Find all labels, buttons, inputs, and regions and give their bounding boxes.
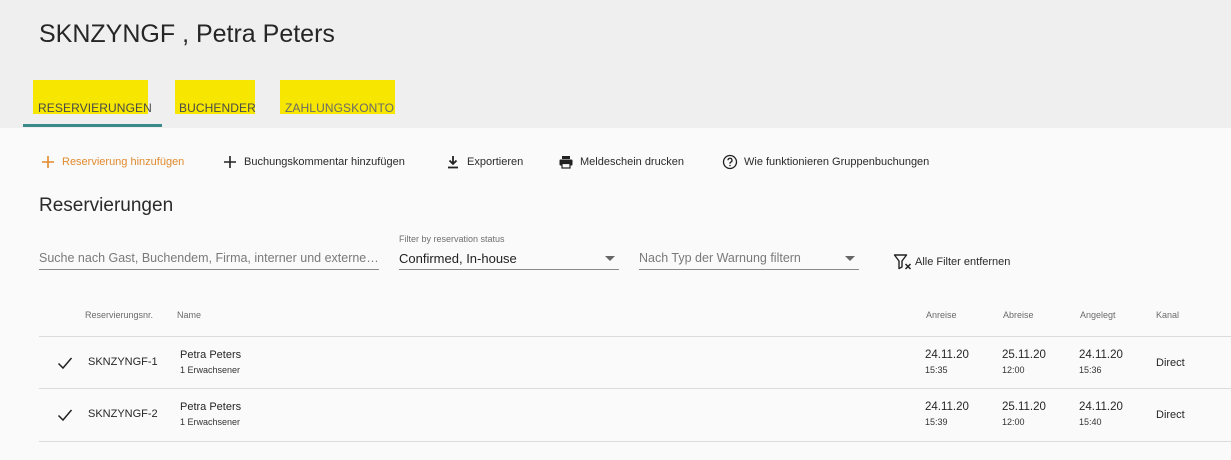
clear-all-filters-label: Alle Filter entfernen xyxy=(915,256,1011,268)
clear-all-filters-button[interactable]: Alle Filter entfernen xyxy=(893,253,1010,271)
reservation-number[interactable]: SKNZYNGF-2 xyxy=(88,408,158,420)
add-reservation-label: Reservierung hinzufügen xyxy=(62,156,185,168)
reservation-status-label: Filter by reservation status xyxy=(399,234,505,244)
created-date: 24.11.20 xyxy=(1079,349,1123,361)
departure-time: 12:00 xyxy=(1002,417,1025,427)
search-input[interactable]: Suche nach Gast, Buchendem, Firma, inter… xyxy=(39,236,379,270)
created-time: 15:40 xyxy=(1079,417,1102,427)
page-header: SKNZYNGF , Petra Peters RESERVIERUNGEN B… xyxy=(0,0,1231,128)
print-registration-button[interactable]: Meldeschein drucken xyxy=(558,152,684,172)
section-title: Reservierungen xyxy=(39,195,174,216)
table-row[interactable]: SKNZYNGF-2 Petra Peters 1 Erwachsener 24… xyxy=(39,389,1231,441)
divider xyxy=(39,441,1231,442)
created-date: 24.11.20 xyxy=(1079,401,1123,413)
tab-zahlungskonto[interactable]: ZAHLUNGSKONTO xyxy=(280,80,395,115)
column-header-name[interactable]: Name xyxy=(177,310,201,320)
guest-count: 1 Erwachsener xyxy=(180,417,241,427)
check-icon xyxy=(57,357,73,370)
reservation-status-value: Confirmed, In-house xyxy=(399,251,517,266)
warning-type-select[interactable]: Nach Typ der Warnung filtern xyxy=(639,236,859,270)
add-reservation-button[interactable]: Reservierung hinzufügen xyxy=(40,152,184,172)
active-tab-indicator xyxy=(23,124,162,127)
channel: Direct xyxy=(1156,357,1185,369)
departure-date: 25.11.20 xyxy=(1002,401,1046,413)
column-header-created[interactable]: Angelegt xyxy=(1080,310,1116,320)
departure-date: 25.11.20 xyxy=(1002,349,1046,361)
export-button[interactable]: Exportieren xyxy=(445,152,523,172)
column-header-channel[interactable]: Kanal xyxy=(1156,310,1179,320)
column-header-departure[interactable]: Abreise xyxy=(1003,310,1034,320)
guest-count: 1 Erwachsener xyxy=(180,365,241,375)
created-time: 15:36 xyxy=(1079,365,1102,375)
group-booking-help-label: Wie funktionieren Gruppenbuchungen xyxy=(744,156,930,168)
arrival-date: 24.11.20 xyxy=(925,349,969,361)
print-registration-label: Meldeschein drucken xyxy=(580,156,684,168)
filter-remove-icon xyxy=(893,254,912,270)
departure-time: 12:00 xyxy=(1002,365,1025,375)
dropdown-arrow-icon xyxy=(605,256,615,261)
warning-type-placeholder: Nach Typ der Warnung filtern xyxy=(639,251,801,265)
arrival-time: 15:35 xyxy=(925,365,948,375)
column-header-arrival[interactable]: Anreise xyxy=(926,310,957,320)
guest-name: Petra Peters xyxy=(180,401,242,413)
plus-icon xyxy=(42,156,54,168)
column-header-resnr[interactable]: Reservierungsnr. xyxy=(85,310,153,320)
reservation-number[interactable]: SKNZYNGF-1 xyxy=(88,356,158,368)
check-icon xyxy=(57,409,73,422)
table-row[interactable]: SKNZYNGF-1 Petra Peters 1 Erwachsener 24… xyxy=(39,337,1231,389)
printer-icon xyxy=(559,156,573,169)
arrival-time: 15:39 xyxy=(925,417,948,427)
channel: Direct xyxy=(1156,409,1185,421)
reservation-status-select[interactable]: Filter by reservation status Confirmed, … xyxy=(399,234,619,270)
guest-name: Petra Peters xyxy=(180,349,242,361)
page-title: SKNZYNGF , Petra Peters xyxy=(39,20,335,48)
dropdown-arrow-icon xyxy=(845,256,855,261)
arrival-date: 24.11.20 xyxy=(925,401,969,413)
download-icon xyxy=(448,156,458,169)
add-booking-comment-label: Buchungskommentar hinzufügen xyxy=(244,156,405,168)
export-label: Exportieren xyxy=(467,156,524,168)
help-circle-icon xyxy=(722,154,738,170)
group-booking-help-button[interactable]: Wie funktionieren Gruppenbuchungen xyxy=(722,152,929,172)
tab-reservierungen[interactable]: RESERVIERUNGEN xyxy=(33,80,152,115)
search-placeholder: Suche nach Gast, Buchendem, Firma, inter… xyxy=(39,251,379,265)
add-booking-comment-button[interactable]: Buchungskommentar hinzufügen xyxy=(222,152,405,172)
plus-icon xyxy=(224,156,236,168)
tab-buchender[interactable]: BUCHENDER xyxy=(175,80,256,115)
